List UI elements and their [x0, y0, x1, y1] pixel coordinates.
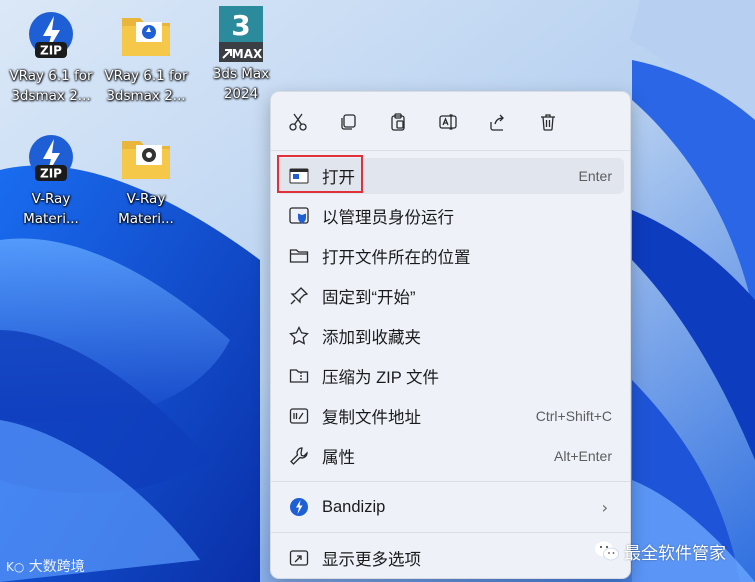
watermark-right-text: 最全软件管家: [624, 543, 726, 564]
pin-icon: [290, 287, 309, 305]
desktop-icon-vray-material-zip[interactable]: ZIP V-Ray Materi...: [3, 131, 99, 229]
zip-badge-text: ZIP: [40, 167, 62, 181]
menu-item-show-more-options[interactable]: 显示更多选项: [277, 540, 624, 576]
menu-item-compress-zip[interactable]: 压缩为 ZIP 文件: [277, 358, 624, 394]
share-icon: [490, 114, 504, 131]
watermark-right: 最全软件管家: [594, 539, 726, 564]
menu-item-copy-path[interactable]: 复制文件地址 Ctrl+Shift+C: [277, 398, 624, 434]
menu-separator: [271, 532, 630, 533]
menu-item-properties[interactable]: 属性 Alt+Enter: [277, 438, 624, 474]
zip-folder-icon: [289, 369, 309, 383]
watermark-left-text: 大数跨境: [28, 559, 85, 575]
star-icon: [289, 326, 309, 345]
desktop-icon-label-line2: 3dsmax 2...: [106, 88, 186, 104]
clipboard-icon: [391, 113, 405, 131]
copy-button[interactable]: [334, 108, 362, 136]
menu-item-label: 属性: [322, 449, 355, 467]
more-options-icon: [289, 550, 309, 566]
menu-item-label: 打开文件所在的位置: [322, 249, 471, 267]
menu-item-run-as-admin[interactable]: 以管理员身份运行: [277, 198, 624, 234]
folder-icon: [122, 18, 170, 56]
folder-outline-icon: [289, 249, 309, 263]
desktop-icon-label-line2: Materi...: [118, 211, 174, 227]
menu-item-pin-to-start[interactable]: 固定到“开始”: [277, 278, 624, 314]
menu-item-shortcut: Enter: [578, 168, 612, 184]
shield-icon: [289, 207, 309, 224]
menu-item-label: 以管理员身份运行: [322, 209, 454, 227]
max-badge-text: MAX: [232, 47, 263, 61]
desktop-icon-vray-material-folder[interactable]: V-Ray Materi...: [98, 131, 194, 229]
menu-item-shortcut: Ctrl+Shift+C: [535, 408, 612, 424]
menu-item-label: Bandizip: [322, 497, 386, 516]
desktop-icon-label-line1: 3ds Max: [212, 66, 270, 82]
chevron-right-icon: ›: [601, 497, 608, 517]
menu-item-label: 复制文件地址: [322, 409, 421, 427]
menu-item-label: 添加到收藏夹: [322, 329, 421, 347]
paste-button[interactable]: [384, 108, 412, 136]
menu-item-shortcut: Alt+Enter: [554, 448, 612, 464]
desktop-icon-3dsmax[interactable]: 3 MAX 3ds Max 2024: [193, 6, 289, 104]
scissors-icon: [289, 113, 307, 131]
max-badge-number: 3: [231, 9, 250, 42]
path-icon: [289, 408, 309, 424]
bandizip-archive-icon: ZIP: [29, 135, 73, 181]
menu-item-bandizip[interactable]: Bandizip ›: [277, 489, 624, 525]
desktop-icon-vray-zip[interactable]: ZIP VRay 6.1 for 3dsmax 2...: [3, 8, 99, 106]
trash-icon: [541, 114, 555, 131]
desktop-icon-label-line1: V-Ray: [126, 191, 166, 207]
bandizip-icon: [290, 498, 308, 516]
cut-button[interactable]: [284, 108, 312, 136]
menu-item-add-to-favorites[interactable]: 添加到收藏夹: [277, 318, 624, 354]
copy-icon: [341, 114, 356, 130]
3ds-max-icon: 3 MAX: [219, 6, 263, 62]
context-menu-toolbar: [271, 92, 630, 150]
desktop-icon-label-line1: VRay 6.1 for: [9, 68, 93, 84]
menu-separator: [271, 481, 630, 482]
zip-badge-text: ZIP: [40, 44, 62, 58]
rename-icon: [439, 114, 457, 130]
menu-separator: [271, 150, 630, 151]
menu-item-label: 显示更多选项: [322, 551, 421, 569]
menu-item-label: 压缩为 ZIP 文件: [322, 369, 440, 387]
desktop-icon-label-line2: 3dsmax 2...: [11, 88, 91, 104]
folder-icon: [122, 141, 170, 179]
desktop-icon-label-line2: Materi...: [23, 211, 79, 227]
delete-button[interactable]: [534, 108, 562, 136]
desktop-icon-label-line1: VRay 6.1 for: [104, 68, 188, 84]
bandizip-archive-icon: ZIP: [29, 12, 73, 58]
watermark-logo-icon: K○: [6, 560, 25, 574]
watermark-left: K○ 大数跨境: [6, 556, 85, 576]
menu-item-label: 固定到“开始”: [322, 289, 416, 307]
share-button[interactable]: [484, 108, 512, 136]
annotation-highlight-box: [277, 155, 363, 193]
wrench-icon: [290, 447, 308, 465]
wechat-icon: [595, 541, 619, 561]
desktop-icon-vray-folder[interactable]: VRay 6.1 for 3dsmax 2...: [98, 8, 194, 106]
menu-item-open-location[interactable]: 打开文件所在的位置: [277, 238, 624, 274]
desktop-icon-label-line1: V-Ray: [31, 191, 71, 207]
rename-button[interactable]: [434, 108, 462, 136]
